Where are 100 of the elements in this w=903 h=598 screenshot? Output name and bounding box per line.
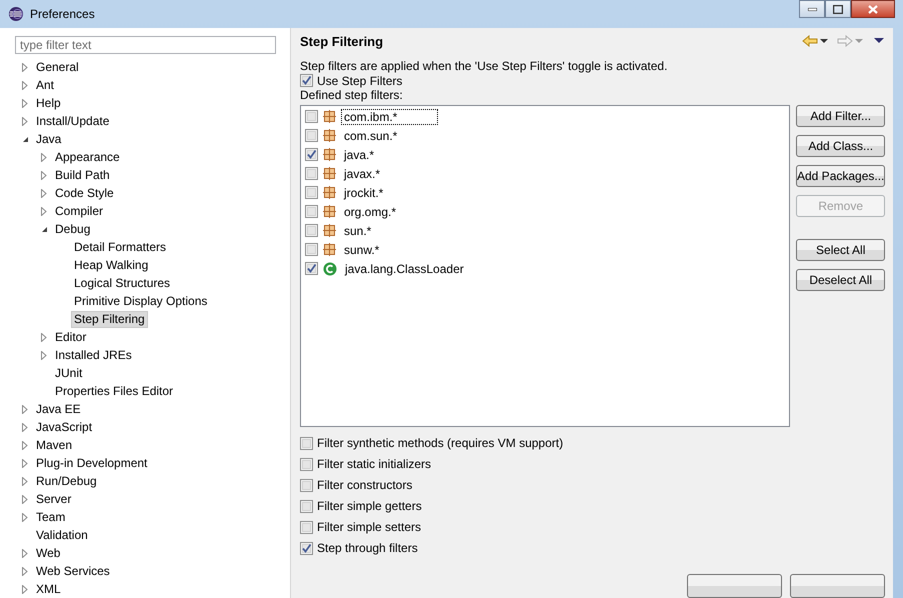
tree-item[interactable]: Install/Update bbox=[33, 112, 112, 130]
tree-item[interactable]: Editor bbox=[52, 328, 90, 346]
collapsed-arrow-icon[interactable] bbox=[22, 98, 28, 108]
tree-item[interactable]: Maven bbox=[33, 436, 76, 454]
tree-item[interactable]: Detail Formatters bbox=[71, 238, 170, 256]
filter-item[interactable]: org.omg.* bbox=[341, 204, 400, 220]
checkbox[interactable] bbox=[305, 224, 318, 237]
collapsed-arrow-icon[interactable] bbox=[22, 512, 28, 522]
collapsed-arrow-icon[interactable] bbox=[22, 440, 28, 450]
checkbox[interactable] bbox=[305, 186, 318, 199]
checkbox[interactable] bbox=[300, 520, 313, 534]
collapsed-arrow-icon[interactable] bbox=[22, 548, 28, 558]
tree-item[interactable]: XML bbox=[33, 580, 64, 598]
footer-button[interactable] bbox=[687, 574, 782, 598]
filter-item[interactable]: sun.* bbox=[341, 222, 374, 238]
checkbox-label: Use Step Filters bbox=[317, 74, 402, 88]
filter-item[interactable]: com.sun.* bbox=[341, 128, 400, 144]
view-menu-icon[interactable] bbox=[874, 38, 885, 44]
tree-item[interactable]: Primitive Display Options bbox=[71, 292, 210, 310]
action-button[interactable]: Select All bbox=[796, 239, 886, 261]
collapsed-arrow-icon[interactable] bbox=[22, 80, 28, 90]
checkbox-label: Filter static initializers bbox=[317, 457, 432, 471]
tree-item[interactable]: Server bbox=[33, 490, 74, 508]
expanded-arrow-icon[interactable] bbox=[41, 226, 48, 232]
tree-item[interactable]: Java bbox=[33, 130, 64, 148]
action-button[interactable]: Add Filter... bbox=[796, 105, 886, 127]
checkbox[interactable] bbox=[305, 110, 318, 123]
collapsed-arrow-icon[interactable] bbox=[22, 458, 28, 468]
collapsed-arrow-icon[interactable] bbox=[22, 422, 28, 432]
checkbox[interactable] bbox=[300, 500, 313, 512]
checkbox[interactable] bbox=[300, 436, 313, 450]
tree-item[interactable]: JUnit bbox=[52, 364, 86, 382]
tree-item[interactable]: Plug-in Development bbox=[33, 454, 150, 472]
tree-item[interactable]: Web Services bbox=[33, 562, 113, 580]
collapsed-arrow-icon[interactable] bbox=[41, 332, 47, 342]
filter-item[interactable]: javax.* bbox=[341, 166, 384, 182]
checkbox[interactable] bbox=[305, 167, 318, 180]
collapsed-arrow-icon[interactable] bbox=[22, 404, 28, 414]
action-button[interactable]: Add Class... bbox=[796, 135, 886, 157]
checkbox-label: Filter simple getters bbox=[317, 499, 422, 513]
filter-item[interactable]: java.* bbox=[341, 146, 378, 162]
action-button[interactable]: Add Packages... bbox=[796, 165, 886, 187]
collapsed-arrow-icon[interactable] bbox=[41, 152, 47, 162]
checkbox[interactable] bbox=[305, 148, 318, 161]
maximize-button[interactable] bbox=[825, 0, 851, 18]
tree-item[interactable]: Properties Files Editor bbox=[52, 382, 176, 400]
tree-item[interactable]: Team bbox=[33, 508, 68, 526]
filter-field[interactable]: type filter text bbox=[15, 36, 276, 54]
dropdown-icon[interactable] bbox=[820, 38, 829, 44]
expanded-arrow-icon[interactable] bbox=[22, 136, 29, 142]
collapsed-arrow-icon[interactable] bbox=[41, 206, 47, 216]
checkbox[interactable] bbox=[300, 542, 313, 554]
collapsed-arrow-icon[interactable] bbox=[22, 62, 28, 72]
minimize-button[interactable] bbox=[799, 0, 825, 18]
collapsed-arrow-icon[interactable] bbox=[22, 476, 28, 486]
checkbox[interactable] bbox=[305, 129, 318, 142]
tree-item[interactable]: Java EE bbox=[33, 400, 84, 418]
collapsed-arrow-icon[interactable] bbox=[22, 116, 28, 126]
footer-button[interactable] bbox=[790, 574, 885, 598]
collapsed-arrow-icon[interactable] bbox=[41, 188, 47, 198]
checkbox[interactable] bbox=[305, 262, 318, 275]
tree-item[interactable]: JavaScript bbox=[33, 418, 96, 436]
tree-item[interactable]: Installed JREs bbox=[52, 346, 135, 364]
tree-item[interactable]: Web bbox=[33, 544, 64, 562]
tree-item[interactable]: General bbox=[33, 58, 82, 76]
checkbox-label: Step through filters bbox=[317, 541, 418, 555]
filter-item[interactable]: jrockit.* bbox=[341, 184, 386, 200]
tree-item[interactable]: Appearance bbox=[52, 148, 123, 166]
tree-item[interactable]: Compiler bbox=[52, 202, 106, 220]
collapsed-arrow-icon[interactable] bbox=[22, 584, 28, 594]
close-button[interactable] bbox=[851, 0, 895, 18]
description-text: Step filters are applied when the 'Use Step Filters' toggle is activated. bbox=[300, 59, 668, 74]
forward-arrow-icon[interactable] bbox=[837, 35, 853, 48]
checkbox[interactable] bbox=[300, 478, 313, 492]
tree-item[interactable]: Help bbox=[33, 94, 64, 112]
package-icon bbox=[323, 243, 336, 256]
tree-item[interactable]: Heap Walking bbox=[71, 256, 152, 274]
filter-item[interactable]: java.lang.ClassLoader bbox=[342, 260, 467, 276]
collapsed-arrow-icon[interactable] bbox=[41, 170, 47, 180]
tree-item[interactable]: Logical Structures bbox=[71, 274, 174, 292]
tree-item[interactable]: Step Filtering bbox=[71, 310, 148, 328]
collapsed-arrow-icon[interactable] bbox=[41, 350, 47, 360]
collapsed-arrow-icon[interactable] bbox=[22, 566, 28, 576]
tree-item[interactable]: Ant bbox=[33, 76, 58, 94]
filter-item[interactable]: sunw.* bbox=[341, 242, 382, 258]
tree-item[interactable]: Build Path bbox=[52, 166, 113, 184]
checkbox[interactable] bbox=[300, 74, 313, 88]
collapsed-arrow-icon[interactable] bbox=[22, 494, 28, 504]
action-button[interactable]: Deselect All bbox=[796, 269, 886, 291]
checkbox[interactable] bbox=[305, 205, 318, 218]
filter-item[interactable]: com.ibm.* bbox=[341, 108, 438, 124]
tree-item[interactable]: Code Style bbox=[52, 184, 117, 202]
checkbox[interactable] bbox=[300, 458, 313, 470]
package-icon bbox=[323, 110, 336, 123]
tree-item[interactable]: Run/Debug bbox=[33, 472, 100, 490]
class-icon bbox=[323, 262, 337, 276]
tree-item[interactable]: Validation bbox=[33, 526, 91, 544]
package-icon bbox=[323, 148, 336, 161]
tree-item[interactable]: Debug bbox=[52, 220, 94, 238]
checkbox[interactable] bbox=[305, 243, 318, 256]
